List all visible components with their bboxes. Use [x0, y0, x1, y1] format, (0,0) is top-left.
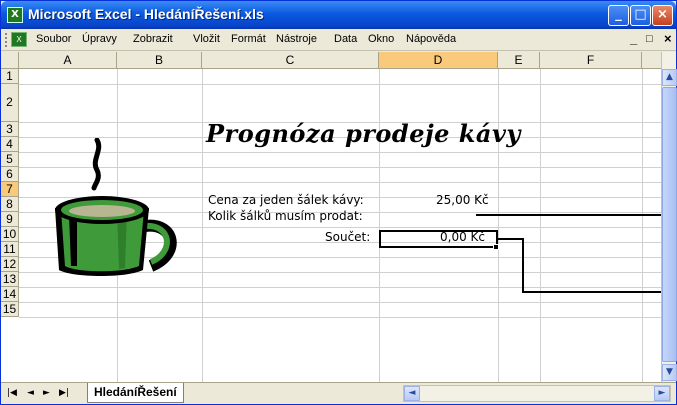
row-header-7[interactable]: 7 [1, 182, 19, 197]
sheet-headline: Prognóza prodeje kávy [206, 119, 521, 148]
column-header-a[interactable]: A [19, 52, 117, 69]
scroll-thumb[interactable] [662, 87, 677, 362]
gridline [379, 69, 380, 382]
select-all-corner[interactable] [1, 52, 19, 69]
row-header-2[interactable]: 2 [1, 84, 19, 122]
row-header-3[interactable]: 3 [1, 122, 19, 137]
row-header-8[interactable]: 8 [1, 197, 19, 212]
soucet-label: Součet: [325, 230, 371, 244]
sheet-tab-bar: |◀ ◄ ► ▶| HledáníŘešení ◄ ► [1, 382, 676, 404]
column-header-b[interactable]: B [117, 52, 202, 69]
coffee-cup-picture[interactable] [47, 138, 187, 278]
maximize-button[interactable]: □ [630, 5, 651, 26]
row-header-10[interactable]: 10 [1, 227, 19, 242]
row-header-13[interactable]: 13 [1, 272, 19, 287]
column-header-e[interactable]: E [498, 52, 540, 69]
menu-okno[interactable]: Okno [368, 33, 394, 45]
menu-grip[interactable] [5, 33, 8, 47]
title-bar: X Microsoft Excel - HledáníŘešení.xls _ … [1, 1, 676, 29]
column-header-f[interactable]: F [540, 52, 642, 69]
scroll-down-button[interactable]: ▼ [662, 364, 677, 381]
row-header-4[interactable]: 4 [1, 137, 19, 152]
menu-soubor[interactable]: Soubor [36, 33, 71, 45]
excel-window: X Microsoft Excel - HledáníŘešení.xls _ … [0, 0, 677, 405]
cena-label: Cena za jeden šálek kávy: [208, 193, 364, 207]
last-sheet-button[interactable]: ▶| [59, 388, 69, 398]
column-header-g[interactable] [642, 52, 661, 69]
row-header-6[interactable]: 6 [1, 167, 19, 182]
vertical-scrollbar[interactable]: ▲ ▼ [661, 52, 677, 382]
menu-vlozit[interactable]: Vložit [193, 33, 220, 45]
gridline [19, 84, 661, 85]
column-header-d[interactable]: D [379, 52, 498, 69]
excel-icon[interactable]: X [7, 7, 23, 23]
minimize-button[interactable]: _ [608, 5, 629, 26]
doc-close-button[interactable]: × [664, 31, 672, 46]
workbook-icon[interactable]: X [11, 32, 27, 47]
row-header-5[interactable]: 5 [1, 152, 19, 167]
menu-bar: X Soubor Úpravy Zobrazit Vložit Formát N… [1, 29, 676, 51]
column-header-c[interactable]: C [202, 52, 379, 69]
menu-data[interactable]: Data [334, 33, 357, 45]
scroll-left-button[interactable]: ◄ [404, 386, 420, 401]
row-header-15[interactable]: 15 [1, 302, 19, 317]
callout-lines [476, 214, 661, 293]
next-sheet-button[interactable]: ► [43, 388, 50, 398]
scroll-up-button[interactable]: ▲ [662, 69, 677, 86]
row-header-1[interactable]: 1 [1, 69, 19, 84]
worksheet-grid[interactable]: A B C D E F 1 2 3 4 5 6 7 8 9 10 11 12 1… [1, 52, 661, 382]
menu-napoveda[interactable]: Nápověda [406, 33, 456, 45]
doc-minimize-button[interactable]: _ [630, 31, 637, 46]
menu-format[interactable]: Formát [231, 33, 266, 45]
menu-nastroje[interactable]: Nástroje [276, 33, 317, 45]
scroll-right-button[interactable]: ► [654, 386, 670, 401]
row-header-14[interactable]: 14 [1, 287, 19, 302]
doc-restore-button[interactable]: □ [646, 33, 653, 45]
row-header-11[interactable]: 11 [1, 242, 19, 257]
window-title: Microsoft Excel - HledáníŘešení.xls [28, 6, 264, 22]
horizontal-scrollbar[interactable]: ◄ ► [403, 385, 671, 402]
row-header-9[interactable]: 9 [1, 212, 19, 227]
menu-upravy[interactable]: Úpravy [82, 33, 117, 45]
gridline [202, 69, 203, 382]
first-sheet-button[interactable]: |◀ [7, 388, 17, 398]
menu-zobrazit[interactable]: Zobrazit [133, 33, 173, 45]
sheet-tab-hledani-reseni[interactable]: HledáníŘešení [87, 383, 184, 403]
kolik-label: Kolik šálků musím prodat: [208, 209, 363, 223]
prev-sheet-button[interactable]: ◄ [27, 388, 34, 398]
close-button[interactable]: × [652, 5, 673, 26]
row-header-12[interactable]: 12 [1, 257, 19, 272]
